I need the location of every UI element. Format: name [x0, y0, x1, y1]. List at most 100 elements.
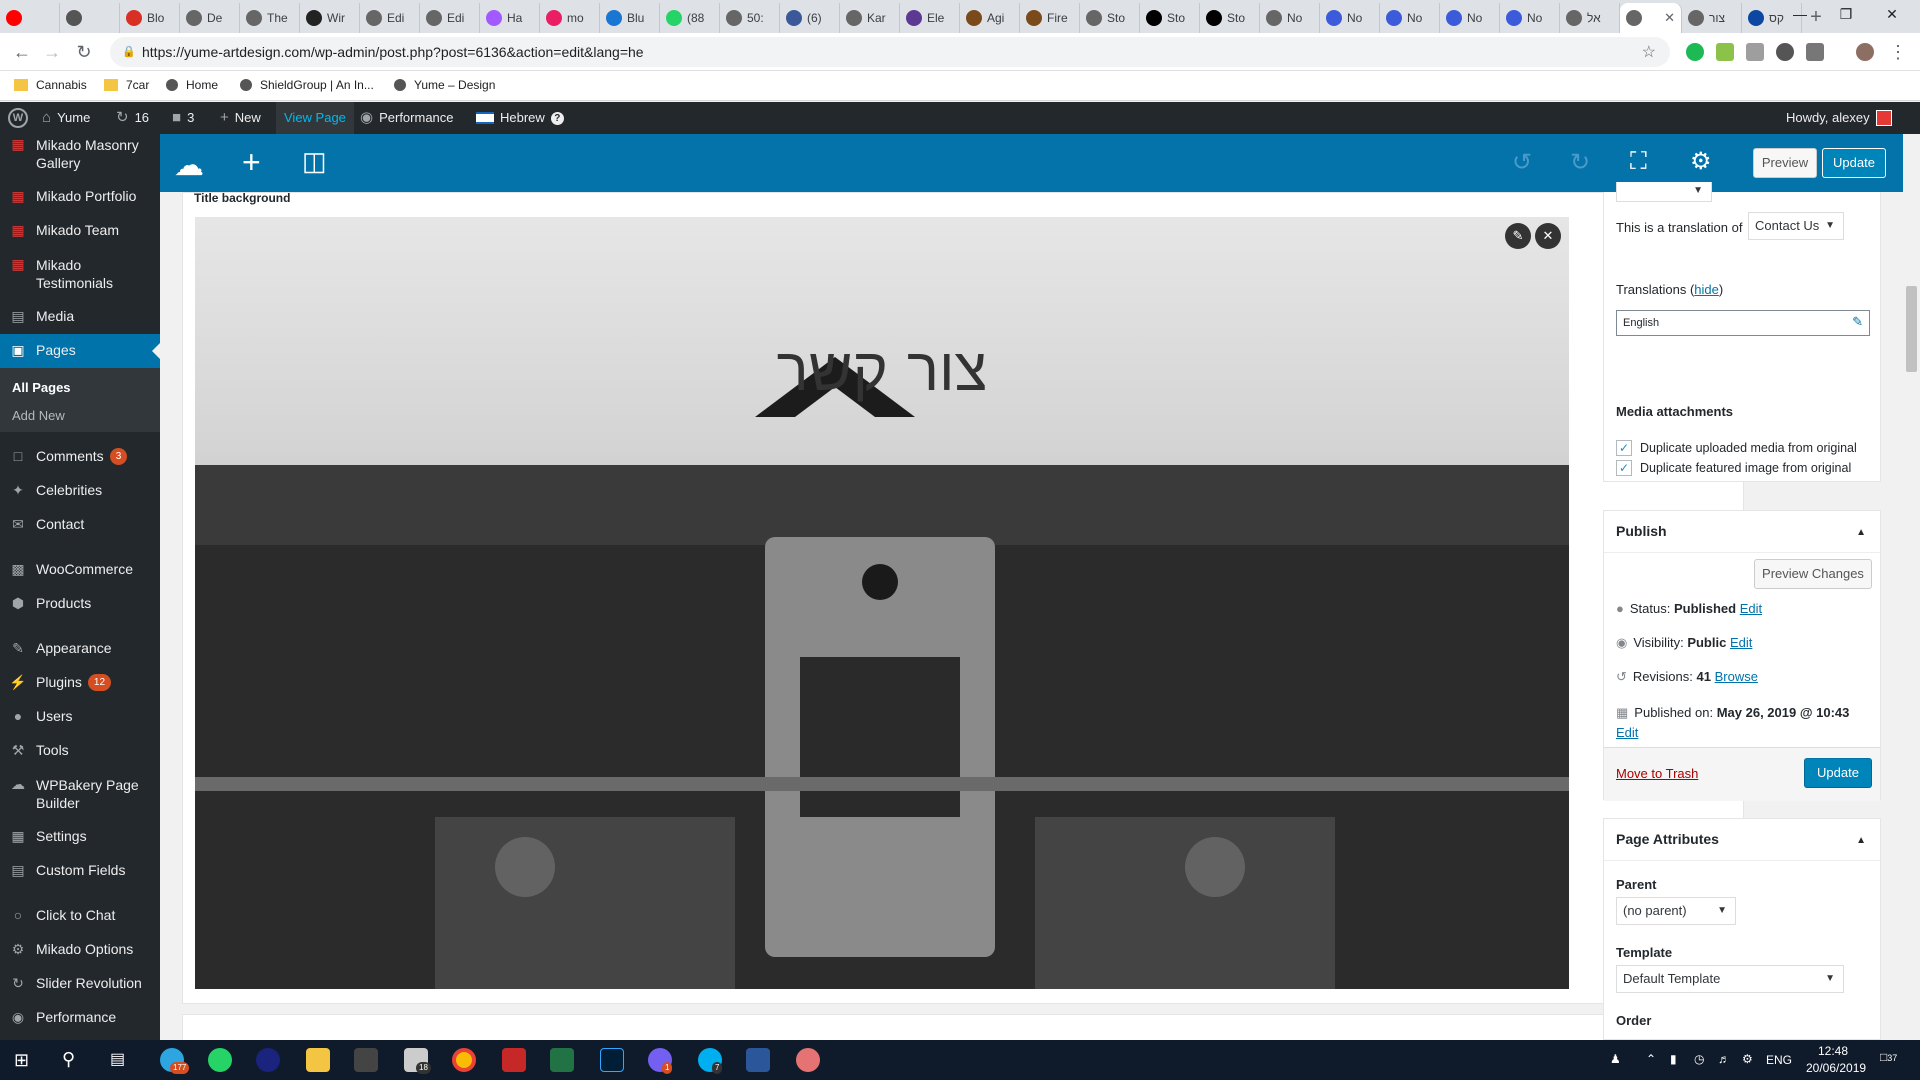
- move-to-trash-link[interactable]: Move to Trash: [1616, 766, 1698, 781]
- browser-tab[interactable]: Sto: [1140, 3, 1200, 33]
- wpbakery-logo-icon[interactable]: ☁: [174, 148, 204, 183]
- performance-link[interactable]: ◉ Performance: [360, 102, 454, 134]
- dup-media-checkbox[interactable]: ✓: [1616, 440, 1632, 456]
- sidebar-item-contact[interactable]: ✉ Contact: [0, 516, 160, 533]
- battery-icon[interactable]: ▮: [1670, 1052, 1677, 1066]
- grammarly-icon[interactable]: [1686, 43, 1704, 61]
- restore-icon[interactable]: ❐: [1823, 0, 1869, 30]
- remove-close-icon[interactable]: ✕: [1535, 223, 1561, 249]
- preview-changes-button[interactable]: Preview Changes: [1754, 559, 1872, 589]
- site-name[interactable]: ⌂ Yume: [42, 102, 90, 134]
- redo-icon[interactable]: ↻: [1570, 148, 1590, 177]
- new-content-link[interactable]: + New: [220, 102, 261, 134]
- store-icon[interactable]: [354, 1048, 378, 1072]
- sidebar-item-mikado-testimonials[interactable]: ▦ Mikado Testimonials: [0, 256, 160, 292]
- sidebar-item-tools[interactable]: ⚒ Tools: [0, 742, 160, 759]
- xe-icon[interactable]: [256, 1048, 280, 1072]
- template-select[interactable]: Default Template ▼: [1616, 965, 1844, 993]
- sidebar-item-products[interactable]: ⬢ Products: [0, 595, 160, 612]
- browse-revisions-link[interactable]: Browse: [1715, 669, 1758, 684]
- profile-avatar[interactable]: [1856, 43, 1874, 61]
- bookmark-shieldgroup[interactable]: ShieldGroup | An In...: [240, 78, 374, 92]
- browser-tab[interactable]: (88: [660, 3, 720, 33]
- windows-start-icon[interactable]: ⊞: [14, 1050, 29, 1071]
- sidebar-item-settings[interactable]: ▦ Settings: [0, 828, 160, 845]
- sidebar-item-performance[interactable]: ◉ Performance: [0, 1009, 160, 1026]
- browser-tab[interactable]: אל: [1560, 3, 1620, 33]
- wifi-icon[interactable]: ◷: [1694, 1052, 1704, 1066]
- published-on-edit-link[interactable]: Edit: [1616, 725, 1638, 740]
- extension-icon[interactable]: [1716, 43, 1734, 61]
- volume-icon[interactable]: ♬: [1718, 1052, 1730, 1066]
- update-builder-button[interactable]: Update: [1822, 148, 1886, 178]
- edit-pencil-icon[interactable]: ✎: [1852, 314, 1863, 330]
- language-switcher[interactable]: Hebrew?: [476, 102, 564, 134]
- browser-tab[interactable]: Sto: [1080, 3, 1140, 33]
- forward-icon[interactable]: →: [40, 41, 64, 63]
- browser-tab[interactable]: Kar: [840, 3, 900, 33]
- close-window-icon[interactable]: ✕: [1869, 0, 1915, 30]
- language-indicator[interactable]: ENG: [1766, 1053, 1792, 1067]
- browser-tab[interactable]: Blo: [120, 3, 180, 33]
- browser-tab[interactable]: No: [1440, 3, 1500, 33]
- sidebar-item-plugins[interactable]: ⚡ Plugins 12: [0, 674, 160, 691]
- minimize-icon[interactable]: —: [1777, 0, 1823, 30]
- edit-pencil-icon[interactable]: ✎: [1505, 223, 1531, 249]
- browser-tab[interactable]: No: [1320, 3, 1380, 33]
- collapse-arrow-icon[interactable]: ▲: [1856, 835, 1866, 846]
- browser-tab[interactable]: 50:: [720, 3, 780, 33]
- chrome-icon[interactable]: [452, 1048, 476, 1072]
- sidebar-item-custom-fields[interactable]: ▤ Custom Fields: [0, 862, 160, 879]
- back-icon[interactable]: ←: [10, 41, 34, 63]
- submenu-all-pages[interactable]: All Pages: [12, 380, 71, 395]
- excel-icon[interactable]: [550, 1048, 574, 1072]
- sidebar-item-wpbakery[interactable]: ☁ WPBakery Page Builder: [0, 776, 160, 812]
- clock-time[interactable]: 12:48: [1818, 1044, 1848, 1058]
- sidebar-item-pages[interactable]: ▣ Pages: [0, 334, 160, 368]
- language-select[interactable]: ▼: [1616, 182, 1712, 202]
- templates-icon[interactable]: ◫: [302, 146, 327, 177]
- browser-tab[interactable]: [0, 3, 60, 33]
- sidebar-item-mikado-options[interactable]: ⚙ Mikado Options: [0, 941, 160, 958]
- browser-tab[interactable]: Fire: [1020, 3, 1080, 33]
- sidebar-item-comments[interactable]: □ Comments 3: [0, 448, 160, 465]
- sidebar-item-woocommerce[interactable]: ▩ WooCommerce: [0, 561, 160, 578]
- vertical-scrollbar[interactable]: [1903, 134, 1920, 1040]
- browser-tab[interactable]: mo: [540, 3, 600, 33]
- skype-icon[interactable]: 7: [698, 1048, 723, 1074]
- status-edit-link[interactable]: Edit: [1740, 601, 1762, 616]
- sidebar-item-users[interactable]: ● Users: [0, 708, 160, 724]
- add-element-icon[interactable]: +: [242, 144, 261, 181]
- comments-link[interactable]: ■ 3: [172, 102, 194, 134]
- update-button[interactable]: Update: [1804, 758, 1872, 788]
- view-page-link[interactable]: View Page: [276, 102, 354, 134]
- scrollbar-thumb[interactable]: [1906, 286, 1917, 372]
- translation-row-english[interactable]: English ✎: [1616, 310, 1870, 336]
- browser-tab[interactable]: Edi: [420, 3, 480, 33]
- undo-icon[interactable]: ↺: [1512, 148, 1532, 177]
- sidebar-item-mikado-team[interactable]: ▦ Mikado Team: [0, 222, 160, 239]
- browser-tab[interactable]: No: [1380, 3, 1440, 33]
- search-icon[interactable]: ⚲: [62, 1049, 75, 1070]
- hide-link[interactable]: hide: [1694, 282, 1719, 297]
- updates-link[interactable]: ↻ 16: [116, 102, 149, 134]
- bookmark-star-icon[interactable]: ☆: [1642, 42, 1656, 62]
- fullscreen-icon[interactable]: ⛶: [1630, 148, 1647, 176]
- browser-tab[interactable]: (6): [780, 3, 840, 33]
- app-icon[interactable]: [796, 1048, 820, 1072]
- sidebar-item-mikado-masonry-gallery[interactable]: ▦ Mikado Masonry Gallery: [0, 136, 160, 172]
- bookmark-7car[interactable]: 7car: [104, 78, 149, 92]
- bookmark-cannabis[interactable]: Cannabis: [14, 78, 87, 92]
- sidebar-item-celebrities[interactable]: ✦ Celebrities: [0, 482, 160, 499]
- submenu-add-new[interactable]: Add New: [12, 408, 65, 423]
- menu-dots-icon[interactable]: ⋮: [1886, 41, 1910, 63]
- browser-tab[interactable]: Wir: [300, 3, 360, 33]
- url-text[interactable]: https://yume-artdesign.com/wp-admin/post…: [142, 44, 644, 60]
- wordpress-icon[interactable]: [1776, 43, 1794, 61]
- sidebar-item-slider-revolution[interactable]: ↻ Slider Revolution: [0, 975, 160, 992]
- people-icon[interactable]: ♟: [1610, 1052, 1621, 1066]
- sidebar-item-mikado-portfolio[interactable]: ▦ Mikado Portfolio: [0, 188, 160, 205]
- browser-tab[interactable]: צור: [1682, 3, 1742, 33]
- browser-tab[interactable]: Sto: [1200, 3, 1260, 33]
- mail-icon[interactable]: 18: [404, 1048, 431, 1074]
